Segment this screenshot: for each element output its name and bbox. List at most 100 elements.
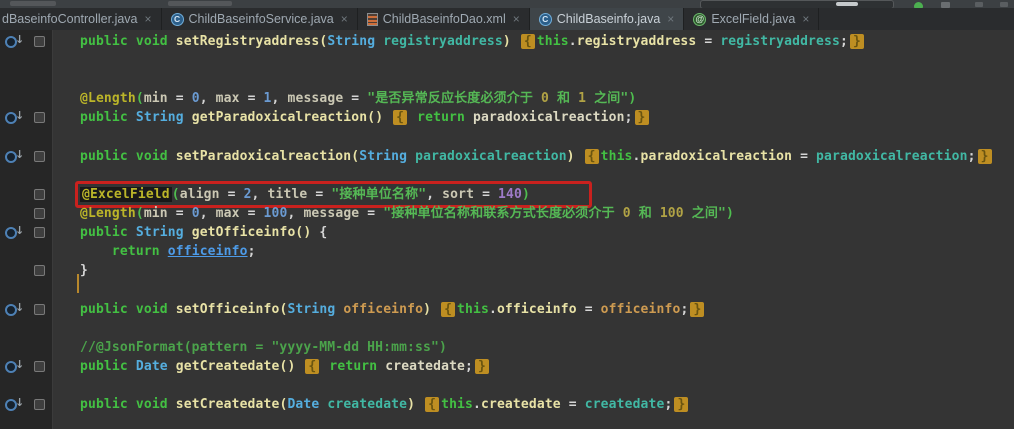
tab-ChildBaseinfoService.java[interactable]: C ChildBaseinfoService.java × bbox=[162, 8, 358, 30]
code-token: registryaddress bbox=[383, 34, 503, 49]
folded-brace-marker[interactable]: } bbox=[634, 110, 649, 125]
toolbar-icon[interactable] bbox=[1000, 2, 1008, 7]
tab-ExcelField.java[interactable]: @ ExcelField.java × bbox=[684, 8, 820, 30]
tab-close-icon[interactable]: × bbox=[341, 12, 348, 26]
code-token: setRegistryaddress bbox=[175, 34, 320, 49]
code-token: { bbox=[319, 225, 328, 240]
java-class-icon: C bbox=[538, 12, 552, 26]
folded-brace-marker[interactable]: { bbox=[520, 34, 535, 49]
code-line[interactable]: return officeinfo; bbox=[80, 242, 256, 261]
code-token: officeinfo bbox=[600, 302, 681, 317]
gutter-marker-icon[interactable] bbox=[34, 304, 45, 315]
tab-close-icon[interactable]: × bbox=[667, 12, 674, 26]
tab-close-icon[interactable]: × bbox=[513, 12, 520, 26]
folded-brace-marker[interactable]: } bbox=[977, 149, 992, 164]
code-token: Date bbox=[135, 359, 168, 374]
folded-brace-marker[interactable]: { bbox=[305, 359, 320, 374]
code-token: = bbox=[167, 91, 192, 106]
folded-brace-marker[interactable]: { bbox=[425, 397, 440, 412]
folded-brace-marker[interactable]: { bbox=[584, 149, 599, 164]
code-token: ) bbox=[423, 302, 432, 317]
implemented-method-gutter-icon[interactable]: ↓ bbox=[5, 148, 25, 164]
implemented-method-gutter-icon[interactable]: ↓ bbox=[5, 224, 25, 240]
toolbar-widget bbox=[168, 1, 232, 6]
gutter-marker-icon[interactable] bbox=[34, 36, 45, 47]
code-token: String bbox=[135, 110, 184, 125]
code-token: return bbox=[329, 359, 378, 374]
code-line[interactable]: @Length(min = 0, max = 100, message = "接… bbox=[80, 204, 734, 223]
code-editor[interactable]: ↓ public void setRegistryaddress(String r… bbox=[0, 30, 1014, 429]
code-token: public bbox=[80, 34, 128, 49]
code-token: 100 bbox=[263, 206, 288, 221]
gutter-marker-icon[interactable] bbox=[34, 265, 45, 276]
folded-brace-marker[interactable]: } bbox=[690, 302, 705, 317]
code-line[interactable]: public String getParadoxicalreaction() {… bbox=[80, 108, 651, 127]
gutter-marker-icon[interactable] bbox=[34, 399, 45, 410]
code-line[interactable]: public String getOfficeinfo() { bbox=[80, 223, 327, 242]
code-line[interactable]: } bbox=[80, 261, 88, 280]
code-token: ) bbox=[502, 34, 511, 49]
tab-close-icon[interactable]: × bbox=[802, 12, 809, 26]
implemented-method-gutter-icon[interactable]: ↓ bbox=[5, 301, 25, 317]
annotation-icon: @ bbox=[693, 12, 707, 26]
implemented-method-gutter-icon[interactable]: ↓ bbox=[5, 109, 25, 125]
gutter-marker-icon[interactable] bbox=[34, 112, 45, 123]
code-token: void bbox=[135, 149, 168, 164]
code-token: ; bbox=[967, 149, 976, 164]
tab-ChildBaseinfo.java[interactable]: C ChildBaseinfo.java × bbox=[529, 8, 685, 30]
code-token: getOfficeinfo bbox=[191, 225, 296, 240]
tab-dBaseinfoController.java[interactable]: dBaseinfoController.java × bbox=[0, 8, 162, 30]
code-line[interactable]: @Length(min = 0, max = 1, message = "是否异… bbox=[80, 89, 636, 108]
code-line[interactable]: public void setCreatedate(Date createdat… bbox=[80, 395, 690, 414]
gutter-marker-icon[interactable] bbox=[34, 227, 45, 238]
code-token: sort bbox=[442, 187, 475, 202]
code-token: paradoxicalreaction bbox=[816, 149, 968, 164]
code-token: . bbox=[488, 302, 497, 317]
tab-ChildBaseinfoDao.xml[interactable]: ChildBaseinfoDao.xml × bbox=[358, 8, 530, 30]
code-token: = bbox=[167, 206, 192, 221]
code-token: 之间" bbox=[586, 91, 629, 106]
code-token: public bbox=[80, 397, 128, 412]
code-token: = bbox=[307, 187, 332, 202]
gutter-marker-icon[interactable] bbox=[34, 208, 45, 219]
code-token: min bbox=[143, 206, 168, 221]
code-line[interactable]: public void setParadoxicalreaction(Strin… bbox=[80, 147, 994, 166]
code-line[interactable]: public void setRegistryaddress(String re… bbox=[80, 32, 866, 51]
xml-file-icon bbox=[366, 12, 378, 26]
code-token: message bbox=[303, 206, 360, 221]
code-line[interactable]: public void setOfficeinfo(String officei… bbox=[80, 300, 706, 319]
code-token: () bbox=[367, 110, 384, 125]
implemented-method-gutter-icon[interactable]: ↓ bbox=[5, 33, 25, 49]
implemented-method-gutter-icon[interactable]: ↓ bbox=[5, 396, 25, 412]
folded-brace-marker[interactable]: { bbox=[441, 302, 456, 317]
field-hyperlink[interactable]: officeinfo bbox=[168, 244, 248, 259]
folded-brace-marker[interactable]: } bbox=[849, 34, 864, 49]
code-token: registryaddress bbox=[720, 34, 840, 49]
code-line[interactable]: public Date getCreatedate() { return cre… bbox=[80, 357, 491, 376]
gutter-marker-icon[interactable] bbox=[34, 151, 45, 162]
tab-close-icon[interactable]: × bbox=[145, 12, 152, 26]
gutter-marker-icon[interactable] bbox=[34, 361, 45, 372]
folded-brace-marker[interactable]: { bbox=[393, 110, 408, 125]
code-token: setOfficeinfo bbox=[175, 302, 280, 317]
top-toolbar-strip bbox=[0, 0, 1014, 11]
implemented-method-gutter-icon[interactable]: ↓ bbox=[5, 358, 25, 374]
toolbar-icon[interactable] bbox=[975, 2, 983, 7]
code-token: ( bbox=[171, 187, 180, 202]
folded-brace-marker[interactable]: } bbox=[475, 359, 489, 374]
code-token: ) bbox=[726, 206, 735, 221]
code-line[interactable]: //@JsonFormat(pattern = "yyyy-MM-dd HH:m… bbox=[80, 338, 447, 357]
java-class-icon: C bbox=[170, 12, 184, 26]
code-line[interactable]: @ExcelField (align = 2, title = "接种单位名称",… bbox=[80, 185, 530, 204]
folded-brace-marker[interactable]: } bbox=[674, 397, 689, 412]
code-token: 之间" bbox=[683, 206, 727, 221]
gutter-marker-icon[interactable] bbox=[34, 189, 45, 200]
code-token: 140 bbox=[498, 187, 522, 202]
